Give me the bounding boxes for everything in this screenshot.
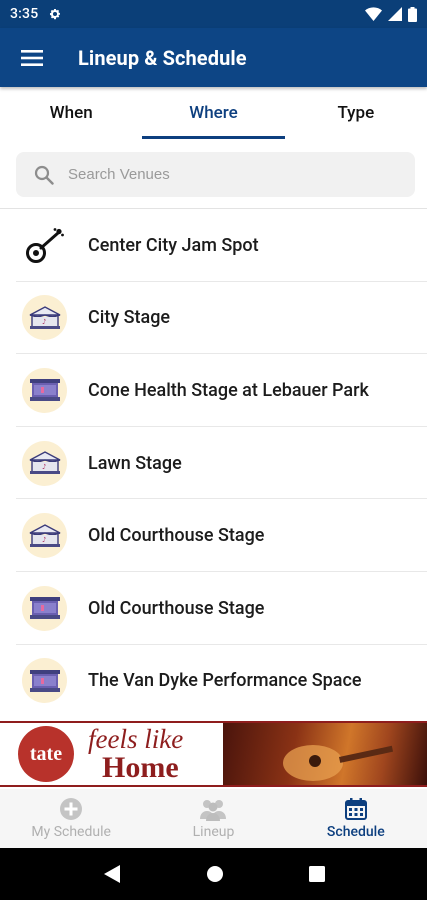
list-item-venue[interactable]: ♪ Old Courthouse Stage xyxy=(0,499,427,572)
venue-name: City Stage xyxy=(88,307,171,329)
menu-button[interactable] xyxy=(0,28,64,87)
calendar-icon xyxy=(344,798,367,820)
page-title: Lineup & Schedule xyxy=(78,45,247,70)
venue-name: Lawn Stage xyxy=(88,452,182,474)
status-time: 3:35 xyxy=(10,6,39,22)
home-icon[interactable] xyxy=(206,865,224,883)
venue-name: Old Courthouse Stage xyxy=(88,597,265,619)
status-bar: 3:35 xyxy=(0,0,427,28)
tent-stage-icon: ♪ xyxy=(29,306,60,329)
ad-line-2: Home xyxy=(102,750,179,784)
ad-banner[interactable]: tate feels like Home xyxy=(0,721,427,787)
venue-list: Center City Jam Spot ♪ City Stage Cone H… xyxy=(0,209,427,717)
list-item-venue[interactable]: ♪ City Stage xyxy=(0,282,427,355)
list-item-venue[interactable]: Cone Health Stage at Lebauer Park xyxy=(0,354,427,427)
list-item-venue[interactable]: ♪ Lawn Stage xyxy=(0,427,427,500)
system-navigation-bar xyxy=(0,848,427,900)
bottom-navigation: My Schedule Lineup Schedule xyxy=(0,789,427,848)
people-icon xyxy=(200,800,227,821)
venue-name: Center City Jam Spot xyxy=(88,234,259,256)
guitar-icon xyxy=(283,745,393,781)
screen-stage-icon xyxy=(29,669,60,692)
banjo-icon xyxy=(25,228,64,264)
venue-name: Old Courthouse Stage xyxy=(88,525,265,547)
list-item-venue[interactable]: Old Courthouse Stage xyxy=(0,572,427,645)
settings-gear-icon xyxy=(50,8,61,20)
venue-name: The Van Dyke Performance Space xyxy=(88,670,362,692)
nav-lineup[interactable]: Lineup xyxy=(142,789,284,848)
wifi-icon xyxy=(365,7,382,21)
nav-label: Lineup xyxy=(192,824,235,840)
list-item-venue[interactable]: Center City Jam Spot xyxy=(0,209,427,282)
search-icon xyxy=(34,165,54,185)
svg-text:♪: ♪ xyxy=(42,536,46,544)
nav-schedule[interactable]: Schedule xyxy=(285,789,427,848)
tab-type[interactable]: Type xyxy=(285,87,427,139)
tab-where[interactable]: Where xyxy=(142,87,285,139)
list-item-venue[interactable]: The Van Dyke Performance Space xyxy=(0,645,427,718)
screen-stage-icon xyxy=(29,379,60,402)
recents-icon[interactable] xyxy=(308,866,325,882)
add-circle-icon xyxy=(60,798,83,820)
ad-guitar-photo xyxy=(223,723,427,785)
screen-stage-icon xyxy=(29,597,60,620)
nav-label: Schedule xyxy=(326,824,385,840)
search-input[interactable] xyxy=(68,166,368,183)
battery-icon xyxy=(408,6,417,22)
hamburger-menu-icon xyxy=(21,49,43,66)
cell-signal-icon xyxy=(388,7,402,21)
svg-text:♪: ♪ xyxy=(42,463,46,471)
nav-my-schedule[interactable]: My Schedule xyxy=(0,789,142,848)
ad-text: feels like Home xyxy=(88,723,183,785)
tent-stage-icon: ♪ xyxy=(29,451,60,475)
back-icon[interactable] xyxy=(103,864,121,884)
status-icons xyxy=(365,6,417,22)
nav-label: My Schedule xyxy=(31,824,111,840)
app-bar: Lineup & Schedule xyxy=(0,28,427,87)
venue-name: Cone Health Stage at Lebauer Park xyxy=(88,379,369,401)
search-bar[interactable] xyxy=(16,152,415,197)
ad-logo: tate xyxy=(18,726,74,782)
ad-line-1: feels like xyxy=(88,723,184,754)
svg-text:♪: ♪ xyxy=(42,318,46,326)
tab-bar: When Where Type xyxy=(0,87,427,139)
tent-stage-icon: ♪ xyxy=(29,523,60,547)
tab-when[interactable]: When xyxy=(0,87,142,139)
